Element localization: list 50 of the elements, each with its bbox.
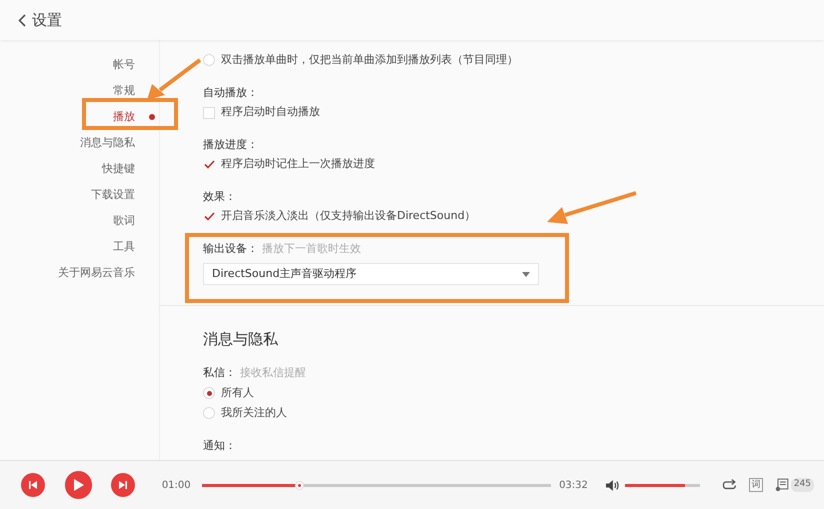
sidebar-item[interactable]: 歌词 <box>113 212 135 230</box>
checkbox-label: 程序启动时自动播放 <box>221 104 320 120</box>
checkbox[interactable] <box>203 158 215 170</box>
duration-time: 03:32 <box>559 478 588 492</box>
playlist-count: 245 <box>790 478 814 492</box>
sidebar-item[interactable]: 下载设置 <box>91 186 135 204</box>
sidebar-item[interactable]: 消息与隐私 <box>80 134 135 152</box>
radio-label: 双击播放单曲时，仅把当前单曲添加到播放列表（节目同理） <box>221 52 518 68</box>
sidebar-item[interactable]: 常规 <box>113 82 135 100</box>
page-title: 设置 <box>32 10 62 31</box>
skip-forward-icon <box>118 480 128 490</box>
radio-label: 我所关注的人 <box>221 404 287 421</box>
repeat-icon[interactable] <box>722 479 738 491</box>
progress-thumb[interactable] <box>295 480 304 490</box>
dropdown-caret-icon <box>522 272 530 276</box>
output-device-select[interactable]: DirectSound主声音驱动程序 <box>203 263 539 285</box>
setting-label: 私信： <box>203 365 236 382</box>
checkbox[interactable] <box>203 210 215 222</box>
elapsed-time: 01:00 <box>162 478 191 492</box>
sidebar-item[interactable]: 工具 <box>113 238 135 256</box>
radio-button[interactable] <box>203 407 215 419</box>
setting-hint: 接收私信提醒 <box>240 365 306 382</box>
sidebar-item[interactable]: 帐号 <box>113 56 135 74</box>
annotation-arrow <box>147 58 202 100</box>
back-icon[interactable] <box>18 14 26 26</box>
play-icon <box>72 479 84 491</box>
radio-button[interactable] <box>203 54 215 66</box>
skip-back-icon <box>28 480 38 490</box>
sidebar-item[interactable]: 播放 <box>113 108 135 126</box>
checkbox-label: 程序启动时记住上一次播放进度 <box>221 156 375 172</box>
setting-label: 播放进度： <box>203 137 258 154</box>
playlist-icon[interactable] <box>775 478 789 492</box>
setting-label: 通知： <box>203 438 236 454</box>
volume-track[interactable] <box>624 484 700 486</box>
radio-label: 所有人 <box>221 384 254 401</box>
radio-button[interactable] <box>203 387 215 399</box>
checkbox-label: 开启音乐淡入淡出（仅支持输出设备DirectSound） <box>221 208 476 224</box>
progress-track[interactable] <box>202 484 552 486</box>
lyrics-button[interactable]: 词 <box>749 478 764 492</box>
sidebar-item[interactable]: 快捷键 <box>102 160 135 178</box>
volume-icon[interactable] <box>606 480 620 490</box>
play-button[interactable] <box>64 471 92 499</box>
setting-label: 输出设备： <box>203 241 258 258</box>
setting-label: 效果： <box>203 189 236 206</box>
next-button[interactable] <box>111 473 135 497</box>
setting-label: 自动播放： <box>203 85 258 102</box>
sidebar-item[interactable]: 关于网易云音乐 <box>58 264 135 282</box>
section-title: 消息与隐私 <box>203 328 279 350</box>
previous-button[interactable] <box>21 473 45 497</box>
setting-hint: 播放下一首歌时生效 <box>262 241 361 258</box>
